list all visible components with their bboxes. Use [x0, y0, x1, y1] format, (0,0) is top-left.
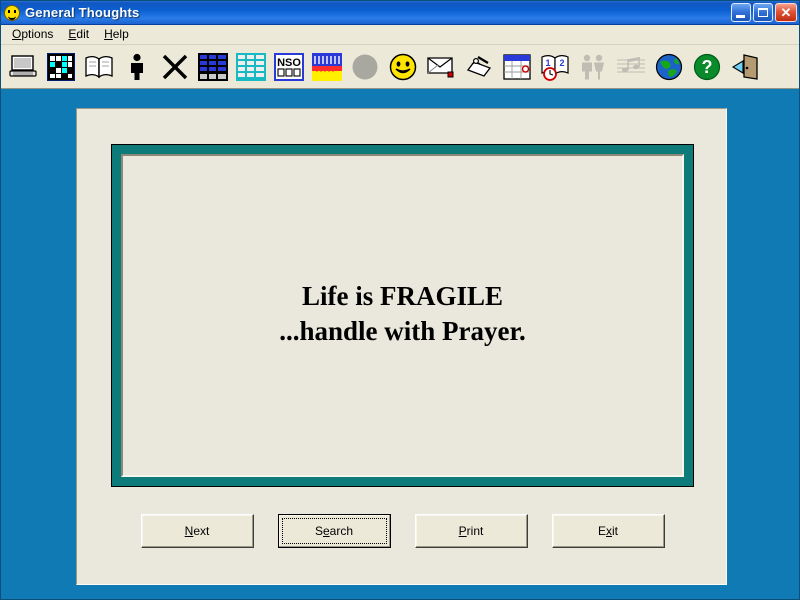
maximize-button[interactable]	[753, 3, 773, 22]
svg-text:?: ?	[702, 57, 713, 77]
menu-item-help[interactable]: Help	[97, 26, 137, 43]
toolbar-button-crossword[interactable]	[43, 48, 79, 86]
next-button[interactable]: Next	[140, 514, 254, 548]
blue-table-icon	[198, 52, 228, 81]
title-bar: General Thoughts ✕	[1, 1, 799, 25]
menu-accel-options: O	[12, 27, 22, 41]
application-window: General Thoughts ✕ Options Edit Help NSO…	[0, 0, 800, 600]
toolbar-button-computer[interactable]	[5, 48, 41, 86]
toolbar-button-help[interactable]: ?	[689, 48, 725, 86]
toolbar-button-nso[interactable]: NSO	[271, 48, 307, 86]
search-button[interactable]: Search	[277, 514, 391, 548]
minimize-button[interactable]	[731, 3, 751, 22]
close-icon: ✕	[780, 5, 792, 20]
maximize-icon	[758, 8, 768, 17]
smiley-face-icon	[389, 53, 417, 81]
content-panel: Life is FRAGILE ...handle with Prayer. N…	[76, 108, 727, 585]
exit-button-label: Exit	[597, 524, 618, 538]
svg-text:1: 1	[545, 58, 550, 68]
toolbar-button-mail[interactable]	[423, 48, 459, 86]
window-title: General Thoughts	[25, 5, 140, 20]
menu-label-options: ptions	[21, 27, 54, 41]
menu-item-options[interactable]: Options	[5, 26, 61, 43]
quote-text: Life is FRAGILE ...handle with Prayer.	[279, 280, 526, 346]
toolbar-button-chart[interactable]	[309, 48, 345, 86]
button-row: Next Search Print Exit	[77, 514, 728, 548]
close-button[interactable]: ✕	[775, 3, 797, 22]
hand-writing-icon	[464, 54, 494, 80]
toolbar-button-numbers[interactable]: 1 2	[537, 48, 573, 86]
envelope-icon	[426, 54, 456, 80]
print-button[interactable]: Print	[414, 514, 528, 548]
close-x-icon	[161, 53, 189, 81]
toolbar-button-book[interactable]	[81, 48, 117, 86]
client-area: Life is FRAGILE ...handle with Prayer. N…	[1, 91, 799, 599]
svg-text:2: 2	[559, 58, 564, 68]
toolbar-button-blue-table[interactable]	[195, 48, 231, 86]
calendar-icon	[503, 53, 531, 81]
exit-door-icon	[730, 53, 760, 81]
chart-icon	[312, 52, 342, 81]
toolbar-button-smiley[interactable]	[385, 48, 421, 86]
focus-ring	[281, 518, 387, 544]
teal-table-icon	[236, 52, 266, 81]
toolbar-button-person[interactable]	[119, 48, 155, 86]
print-button-label: Print	[458, 524, 484, 538]
toolbar-button-teal-table[interactable]	[233, 48, 269, 86]
toolbar-button-close-x[interactable]	[157, 48, 193, 86]
music-notes-icon	[616, 54, 646, 80]
toolbar-button-music[interactable]	[613, 48, 649, 86]
menu-accel-help: H	[104, 27, 113, 41]
computer-icon	[8, 53, 38, 81]
toolbar-button-people[interactable]	[575, 48, 611, 86]
toolbar-button-calendar[interactable]	[499, 48, 535, 86]
numbers-book-clock-icon: 1 2	[540, 53, 570, 81]
quote-frame: Life is FRAGILE ...handle with Prayer.	[111, 144, 694, 487]
smiley-face-icon	[4, 4, 20, 21]
nso-box-icon: NSO	[274, 52, 304, 81]
menu-label-edit: dit	[76, 27, 90, 41]
menu-item-edit[interactable]: Edit	[61, 26, 97, 43]
two-people-icon	[579, 53, 607, 81]
toolbar-button-circle[interactable]	[347, 48, 383, 86]
exit-button[interactable]: Exit	[551, 514, 665, 548]
menu-label-help: elp	[112, 27, 129, 41]
toolbar-button-exit[interactable]	[727, 48, 763, 86]
menu-bar: Options Edit Help	[1, 25, 799, 45]
toolbar: NSO 1 2 ?	[1, 45, 799, 89]
open-book-icon	[84, 54, 114, 80]
window-controls: ✕	[731, 3, 797, 22]
crossword-grid-icon	[47, 52, 75, 81]
gray-circle-icon	[351, 53, 379, 81]
quote-display-area: Life is FRAGILE ...handle with Prayer.	[121, 154, 684, 477]
minimize-icon	[736, 15, 745, 18]
svg-text:NSO: NSO	[277, 57, 301, 69]
toolbar-button-write[interactable]	[461, 48, 497, 86]
help-question-icon: ?	[693, 53, 721, 81]
person-icon	[126, 53, 148, 81]
next-button-label: Next	[184, 524, 210, 538]
globe-icon	[655, 53, 683, 81]
toolbar-button-globe[interactable]	[651, 48, 687, 86]
